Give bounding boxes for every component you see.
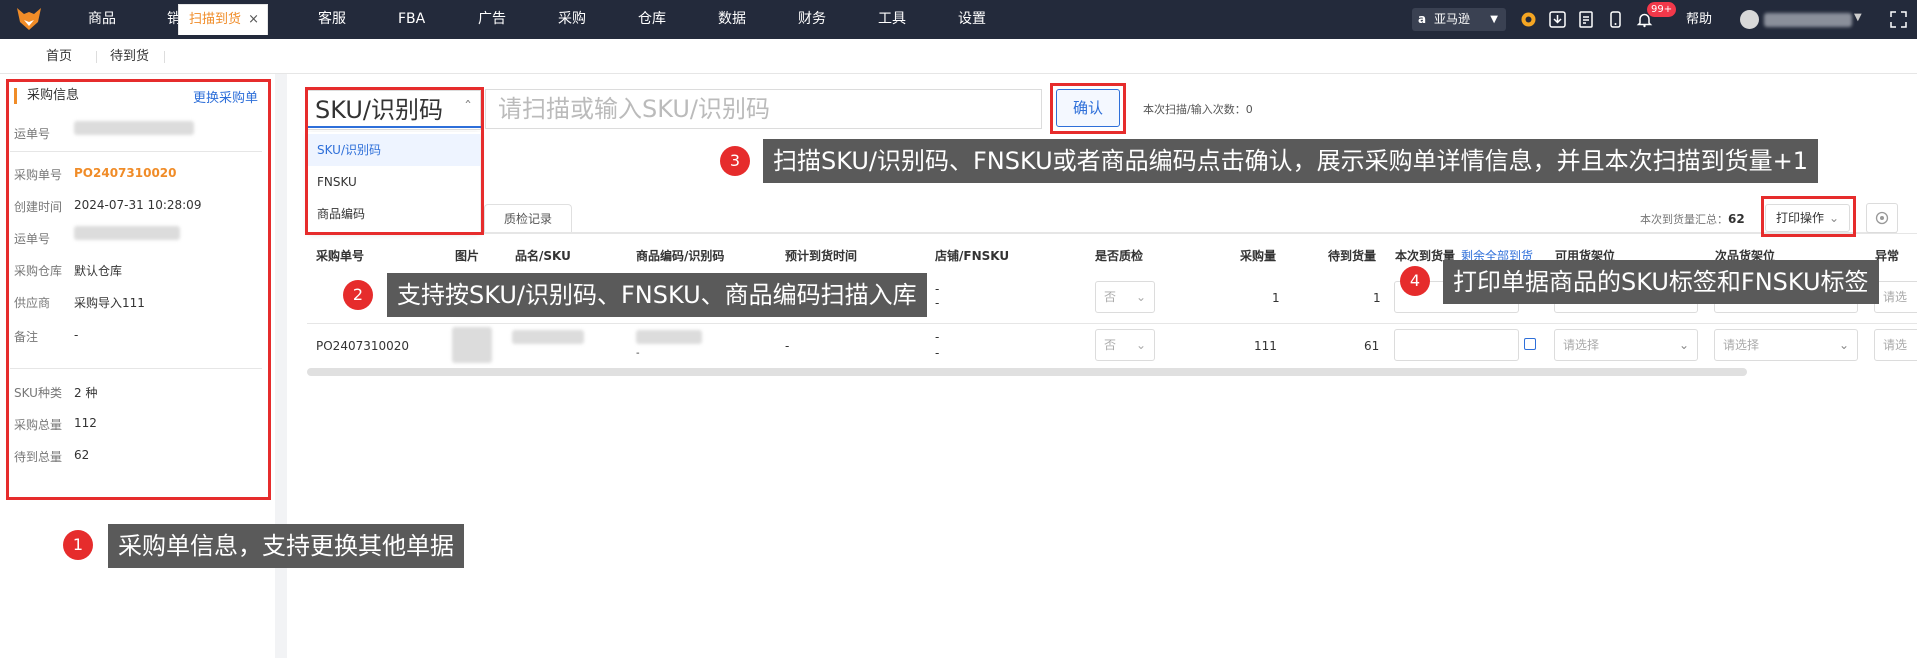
tab-qc-records[interactable]: 质检记录 — [484, 204, 572, 232]
nav-item-ads[interactable]: 广告 — [478, 0, 506, 39]
th-shop-fnsku: 店铺/FNSKU — [935, 249, 1010, 263]
row-divider — [307, 323, 1917, 324]
tab-divider — [96, 51, 97, 63]
nav-item-fba[interactable]: FBA — [398, 0, 425, 39]
row2-expected-arrival: - — [785, 339, 790, 353]
amazon-icon: a — [1418, 12, 1427, 26]
row2-fnsku: - — [935, 346, 940, 360]
row1-shop: - — [935, 282, 940, 296]
product-image — [452, 327, 492, 363]
row2-po-number: PO2407310020 — [316, 339, 410, 353]
row2-shelf-select[interactable]: 请选择 ⌄ — [1554, 329, 1698, 361]
download-icon[interactable] — [1549, 11, 1566, 28]
row2-defect-value: 请选择 — [1723, 338, 1760, 352]
store-name: 亚马逊 — [1434, 12, 1471, 26]
fox-logo-icon[interactable] — [14, 4, 44, 34]
notification-badge: 99+ — [1647, 2, 1677, 17]
row2-purchase-qty: 111 — [1254, 339, 1277, 353]
row1-qc-value: 否 — [1104, 290, 1117, 304]
callout-4-number: 4 — [1400, 266, 1430, 296]
nav-item-service[interactable]: 客服 — [318, 0, 346, 39]
avatar[interactable] — [1740, 10, 1759, 29]
row1-abnormal-select[interactable]: 请选 — [1874, 281, 1917, 313]
callout-2-number: 2 — [343, 280, 373, 310]
horizontal-scrollbar[interactable] — [307, 368, 1747, 376]
summary-label: 本次到货量汇总： — [1640, 213, 1728, 226]
row2-qc-select[interactable]: 否 ⌄ — [1095, 329, 1155, 361]
scan-input[interactable]: 请扫描或输入SKU/识别码 — [485, 89, 1042, 129]
row1-fnsku: - — [935, 296, 940, 310]
row1-purchase-qty: 1 — [1272, 291, 1280, 305]
caret-down-icon: ▼ — [1490, 14, 1498, 25]
nav-item-finance[interactable]: 财务 — [798, 0, 826, 39]
tab-pending-arrival[interactable]: 待到货 — [110, 39, 149, 74]
summary-value: 62 — [1728, 212, 1745, 226]
callout-4: 打印单据商品的SKU标签和FNSKU标签 — [1443, 260, 1879, 304]
annotation-box-purchase-info — [6, 79, 271, 500]
username-blurred — [1764, 13, 1852, 27]
scan-count-text: 本次扫描/输入次数：0 — [1143, 103, 1253, 116]
row2-qc-value: 否 — [1104, 338, 1117, 352]
nav-item-settings[interactable]: 设置 — [958, 0, 986, 39]
row2-pending-qty: 61 — [1364, 339, 1380, 353]
row2-arrival-qty-input[interactable] — [1394, 329, 1519, 361]
row2-name-blurred — [512, 330, 584, 344]
row1-pending-qty: 1 — [1373, 291, 1381, 305]
annotation-box-print — [1761, 196, 1856, 237]
page-tab-bar: 首页 待到货 — [0, 39, 1917, 74]
chevron-down-icon: ⌄ — [1678, 338, 1689, 352]
th-abnormal: 异常 — [1875, 249, 1900, 263]
row2-defect-shelf-select[interactable]: 请选择 ⌄ — [1714, 329, 1858, 361]
th-qc: 是否质检 — [1095, 249, 1144, 263]
row1-qc-select[interactable]: 否 ⌄ — [1095, 281, 1155, 313]
user-caret-icon[interactable]: ▼ — [1854, 12, 1862, 23]
tab-scan-arrival-label: 扫描到货 — [189, 12, 242, 27]
copy-icon[interactable] — [1524, 338, 1536, 350]
panel-divider — [275, 74, 287, 658]
task-list-icon[interactable] — [1578, 11, 1595, 28]
mobile-icon[interactable] — [1607, 11, 1624, 28]
th-po-number: 采购单号 — [316, 249, 365, 263]
help-link[interactable]: 帮助 — [1686, 0, 1712, 39]
callout-1-number: 1 — [63, 530, 93, 560]
row2-code-dash: - — [636, 348, 640, 359]
th-image: 图片 — [455, 249, 480, 263]
tab-home[interactable]: 首页 — [46, 39, 72, 74]
tab-scan-arrival[interactable]: 扫描到货 × — [178, 4, 268, 35]
th-product-code: 商品编码/识别码 — [636, 249, 725, 263]
th-expected-arrival: 预计到货时间 — [785, 249, 858, 263]
row2-shelf-value: 请选择 — [1563, 338, 1600, 352]
callout-3-number: 3 — [720, 146, 750, 176]
rocket-icon[interactable] — [1520, 11, 1537, 28]
annotation-box-scan-type — [305, 87, 484, 235]
arrival-summary: 本次到货量汇总：62 — [1640, 211, 1745, 227]
nav-item-tools[interactable]: 工具 — [878, 0, 906, 39]
nav-item-products[interactable]: 商品 — [88, 0, 116, 39]
annotation-box-confirm — [1050, 83, 1126, 134]
store-switcher[interactable]: a 亚马逊 ▼ — [1412, 8, 1506, 31]
nav-item-warehouse[interactable]: 仓库 — [638, 0, 666, 39]
th-purchase-qty: 采购量 — [1240, 249, 1277, 263]
callout-3: 扫描SKU/识别码、FNSKU或者商品编码点击确认，展示采购单详情信息，并且本次… — [763, 139, 1819, 183]
callout-2: 支持按SKU/识别码、FNSKU、商品编码扫描入库 — [387, 273, 927, 317]
nav-item-purchase[interactable]: 采购 — [558, 0, 586, 39]
callout-1: 采购单信息，支持更换其他单据 — [108, 524, 464, 568]
chevron-down-icon: ⌄ — [1135, 290, 1146, 304]
settings-gear-button[interactable] — [1866, 203, 1898, 233]
top-navigation: 商品 销售 VC 客服 FBA 广告 采购 仓库 数据 财务 工具 设置 a 亚… — [0, 0, 1917, 39]
fullscreen-icon[interactable] — [1890, 11, 1907, 28]
row2-abnormal-select[interactable]: 请选 — [1874, 329, 1917, 361]
chevron-down-icon: ⌄ — [1135, 338, 1146, 352]
th-pending-qty: 待到货量 — [1328, 249, 1377, 263]
row2-shop: - — [935, 330, 940, 344]
nav-item-data[interactable]: 数据 — [718, 0, 746, 39]
chevron-down-icon: ⌄ — [1838, 338, 1849, 352]
th-name-sku: 品名/SKU — [515, 249, 571, 263]
tab-divider — [164, 51, 165, 63]
row2-code-blurred — [636, 330, 702, 344]
close-icon[interactable]: × — [248, 5, 259, 35]
